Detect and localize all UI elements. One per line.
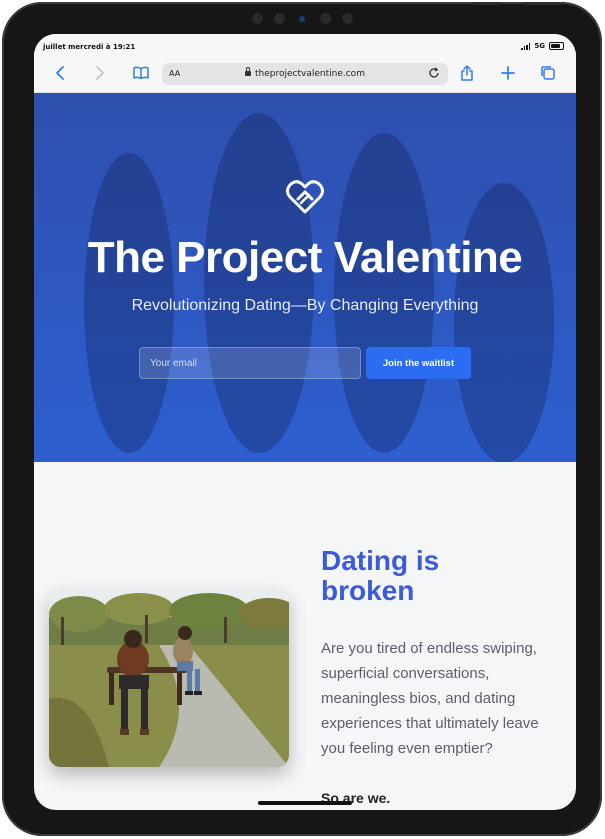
status-time: juillet mercredi à 19:21: [43, 43, 136, 51]
address-bar[interactable]: AA theprojectvalentine.com: [162, 63, 448, 85]
section-title: Dating is broken: [321, 546, 541, 606]
new-tab-icon[interactable]: [499, 64, 517, 82]
hero-section: The Project Valentine Revolutionizing Da…: [34, 93, 576, 462]
background-figure: [334, 133, 434, 453]
camera-lens: [299, 16, 305, 22]
network-label: 5G: [534, 42, 545, 50]
home-indicator[interactable]: [258, 801, 352, 805]
section-photo: [49, 589, 289, 767]
status-indicators: 5G: [521, 42, 564, 50]
share-icon[interactable]: [458, 64, 476, 82]
forward-icon[interactable]: [90, 64, 108, 82]
section-title-line: Dating is: [321, 545, 440, 576]
volume-button: [472, 2, 502, 5]
join-waitlist-button[interactable]: Join the waitlist: [366, 347, 471, 379]
screen: juillet mercredi à 19:21 5G AA theprojec…: [34, 34, 576, 810]
bookmarks-icon[interactable]: [132, 64, 150, 82]
sensor-dot: [342, 13, 353, 24]
url-display: theprojectvalentine.com: [162, 67, 448, 79]
email-input[interactable]: [139, 347, 361, 379]
signal-icon: [521, 42, 531, 50]
background-figure: [204, 113, 314, 453]
battery-icon: [549, 42, 564, 50]
status-bar: juillet mercredi à 19:21 5G: [34, 34, 576, 56]
section-body: Are you tired of endless swiping, superf…: [321, 640, 539, 757]
section-title-line: broken: [321, 575, 415, 606]
sensor-dot: [252, 13, 263, 24]
background-figure: [454, 183, 554, 462]
power-button: [522, 2, 562, 5]
hero-subtitle: Revolutionizing Dating—By Changing Every…: [131, 297, 479, 314]
back-icon[interactable]: [52, 64, 70, 82]
sensor-dot: [320, 13, 331, 24]
sensor-dot: [274, 13, 285, 24]
camera-bar: [252, 12, 362, 26]
tabs-icon[interactable]: [539, 64, 557, 82]
browser-toolbar: AA theprojectvalentine.com: [34, 56, 576, 93]
lock-icon: [245, 67, 252, 76]
hero-title: The Project Valentine: [87, 233, 523, 282]
url-text: theprojectvalentine.com: [255, 69, 365, 79]
tablet-frame: juillet mercredi à 19:21 5G AA theprojec…: [2, 2, 602, 836]
heart-logo-icon: [286, 180, 324, 214]
reload-icon[interactable]: [427, 66, 441, 83]
